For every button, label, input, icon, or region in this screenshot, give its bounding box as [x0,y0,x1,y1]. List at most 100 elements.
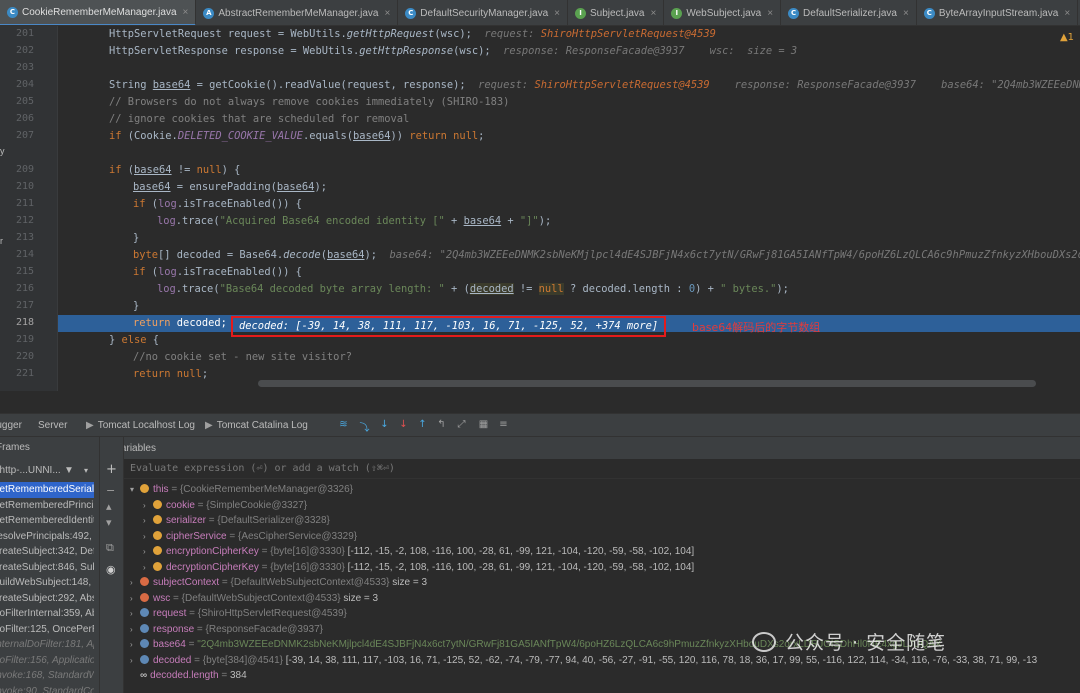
move-down-icon[interactable]: ▾ [106,516,112,529]
expand-arrow-icon[interactable]: ▾ [130,482,140,498]
evaluate-icon[interactable]: ▦ [477,419,490,432]
line-number[interactable]: 220 [8,351,34,362]
line-number[interactable]: 207 [8,130,34,141]
variable-row[interactable]: › cookie = {SimpleCookie@3327} [143,498,307,514]
line-number[interactable]: 215 [8,266,34,277]
stack-frame[interactable]: getRememberedPrincipals: [0,498,94,514]
code-keyword: if [109,164,122,176]
evaluate-expression-input[interactable]: Evaluate expression (⏎) or add a watch (… [124,459,1080,479]
variable-row[interactable]: › serializer = {DefaultSerializer@3328} [143,513,330,529]
stack-frame[interactable]: getRememberedIdentity: [0,513,94,529]
tab-debugger[interactable]: Debugger [0,420,22,431]
expand-arrow-icon[interactable]: › [130,591,140,607]
line-number[interactable]: 214 [8,249,34,260]
variable-row[interactable]: ∞ decoded.length = 384 [130,668,247,684]
add-watch-icon[interactable]: + [106,462,117,477]
run-to-cursor-icon[interactable]: ⤢ [455,419,468,432]
line-number[interactable]: 202 [8,45,34,56]
line-number[interactable]: 219 [8,334,34,345]
variable-name: base64 [153,639,186,650]
stack-frame[interactable]: resolvePrincipals:492, D [0,529,94,545]
expand-arrow-icon[interactable]: › [143,544,153,560]
step-out-icon[interactable]: ↑ [416,419,429,432]
editor-tab[interactable]: I Subject.java × [568,0,665,25]
close-icon[interactable]: × [767,8,773,19]
filter-icon[interactable]: ▼ [64,463,74,479]
horizontal-scrollbar[interactable] [258,380,1036,387]
close-icon[interactable]: × [650,8,656,19]
close-icon[interactable]: × [1064,8,1070,19]
more-icon[interactable]: ≡ [497,419,510,432]
chevron-down-icon[interactable]: ▾ [84,463,88,479]
tab-tomcat-localhost-log[interactable]: ▶ Tomcat Localhost Log [86,420,195,431]
tab-tomcat-catalina-log[interactable]: ▶ Tomcat Catalina Log [205,420,308,431]
variable-row[interactable]: › encryptionCipherKey = {byte[16]@3330} [… [143,544,694,560]
line-number[interactable]: 205 [8,96,34,107]
stack-frame[interactable]: createSubject:846, Subje [0,560,94,576]
expand-arrow-icon[interactable]: › [143,529,153,545]
force-step-into-icon[interactable]: ↓ [397,419,410,432]
expand-arrow-icon[interactable]: › [130,653,140,669]
log-icon: ▶ [86,420,94,431]
stack-frame[interactable]: createSubject:342, Defa [0,544,94,560]
expand-arrow-icon[interactable]: › [130,622,140,638]
line-number[interactable]: 221 [8,368,34,379]
line-number[interactable]: 210 [8,181,34,192]
remove-watch-icon[interactable]: − [106,484,115,497]
line-number[interactable]: 217 [8,300,34,311]
line-number[interactable]: 201 [8,28,34,39]
variable-row[interactable]: › cipherService = {AesCipherService@3329} [143,529,357,545]
variable-row[interactable]: › response = {ResponseFacade@3937} [130,622,323,638]
editor-tab[interactable]: C DefaultSecurityManager.java × [398,0,568,25]
stack-frame[interactable]: internalDoFilter:181, App [0,637,94,653]
expand-arrow-icon[interactable]: › [130,606,140,622]
line-number[interactable]: 218 [8,317,34,328]
line-number[interactable]: 204 [8,79,34,90]
editor-tab[interactable]: A AbstractRememberMeManager.java × [196,0,399,25]
expand-arrow-icon[interactable]: › [143,513,153,529]
stack-frame[interactable]: createSubject:292, Abst [0,591,94,607]
expand-arrow-icon[interactable]: › [130,637,140,653]
tab-server[interactable]: Server [38,420,67,431]
code-text: .trace( [175,283,220,295]
move-up-icon[interactable]: ▴ [106,500,112,513]
variable-row[interactable]: › request = {ShiroHttpServletRequest@4539… [130,606,347,622]
stack-frame[interactable]: doFilter:156, Application [0,653,94,669]
expand-arrow-icon[interactable]: › [143,498,153,514]
line-number[interactable]: 213 [8,232,34,243]
line-number[interactable]: 216 [8,283,34,294]
thread-selector[interactable]: "http-...UNNI... ▼ ▾ [0,463,96,479]
variable-row[interactable]: ▾ this = {CookieRememberMeManager@3326} [130,482,353,498]
editor-tab[interactable]: C ByteArrayInputStream.java × [917,0,1079,25]
view-icon[interactable]: ◉ [106,563,116,576]
close-icon[interactable]: × [903,8,909,19]
variable-row[interactable]: › decryptionCipherKey = {byte[16]@3330} [… [143,560,694,576]
close-icon[interactable]: × [183,7,189,18]
stack-frame[interactable]: doFilterInternal:359, Abs [0,606,94,622]
show-execution-point-icon[interactable]: ≋ [337,419,350,432]
editor-tab[interactable]: I WebSubject.java × [664,0,782,25]
stack-frame[interactable]: invoke:168, StandardWr [0,668,94,684]
line-number[interactable]: 211 [8,198,34,209]
close-icon[interactable]: × [384,8,390,19]
line-number[interactable]: 209 [8,164,34,175]
step-into-icon[interactable]: ↓ [378,419,391,432]
line-number[interactable]: 203 [8,62,34,73]
stack-frame[interactable]: invoke:90, StandardCon [0,684,94,693]
editor-tab[interactable]: C CookieRememberMeManager.java × [0,0,197,25]
stack-frame[interactable]: doFilter:125, OncePerRe [0,622,94,638]
variable-row[interactable]: › subjectContext = {DefaultWebSubjectCont… [130,575,427,591]
expand-arrow-icon[interactable]: › [143,560,153,576]
stack-frame[interactable]: getRememberedSerializedIdentity: [0,482,94,498]
line-number[interactable]: 212 [8,215,34,226]
variable-row[interactable]: › wsc = {DefaultWebSubjectContext@4533} s… [130,591,378,607]
editor-tab[interactable]: C DefaultSerializer.java × [781,0,917,25]
copy-icon[interactable]: ⧉ [106,541,114,555]
drop-frame-icon[interactable]: ↰ [435,419,448,432]
expand-arrow-icon[interactable]: › [130,575,140,591]
step-over-icon[interactable]: ⤵ [358,419,371,434]
line-number[interactable]: 206 [8,113,34,124]
variable-name: serializer [166,515,207,526]
stack-frame[interactable]: buildWebSubject:148, W [0,575,94,591]
close-icon[interactable]: × [554,8,560,19]
